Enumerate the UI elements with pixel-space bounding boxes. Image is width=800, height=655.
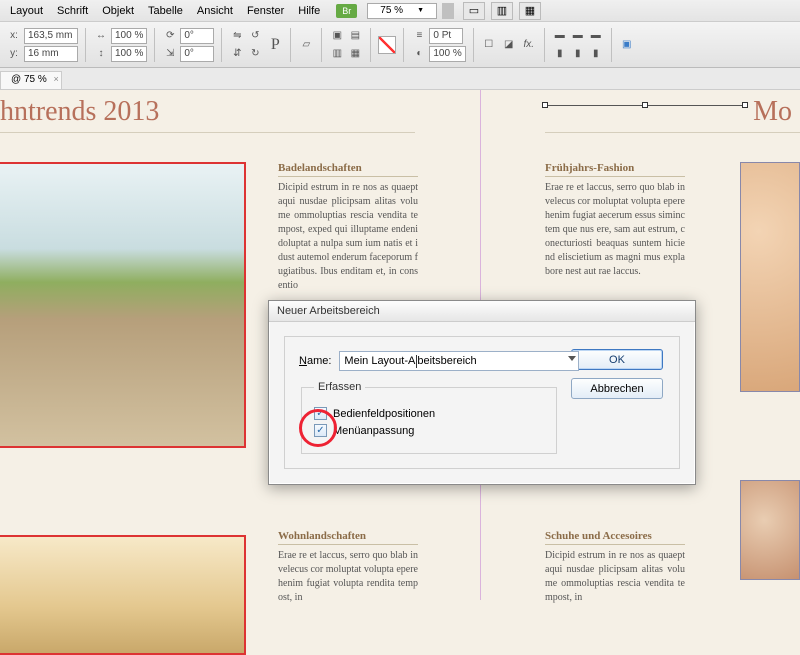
image-frame-ceiling[interactable] (0, 535, 246, 655)
body-text: Dicipid estrum in re nos as quaeptaqui n… (278, 181, 418, 293)
document-tab[interactable]: @ 75 %× (0, 71, 62, 89)
wrap4-icon[interactable]: ▦ (347, 46, 363, 62)
document-tab-bar: @ 75 %× (0, 68, 800, 90)
rule-right (545, 132, 800, 133)
y-icon: y: (6, 46, 22, 62)
align3-icon[interactable]: ▬ (588, 28, 604, 44)
screen-mode-icon[interactable]: ▭ (463, 2, 485, 20)
rotate-ccw-icon[interactable]: ↺ (247, 28, 263, 44)
page-title-right: Mo (753, 96, 792, 128)
wrap3-icon[interactable]: ▥ (329, 46, 345, 62)
fx-icon[interactable]: fx. (521, 37, 537, 53)
panel-positions-checkbox[interactable]: ✓ (314, 407, 327, 420)
image-frame-bathroom[interactable] (0, 162, 246, 448)
align6-icon[interactable]: ▮ (588, 46, 604, 62)
frame-edges-icon[interactable]: ▣ (619, 37, 635, 53)
stroke-scale-field[interactable]: 100 % (429, 46, 465, 62)
panel-positions-label: Bedienfeldpositionen (333, 408, 435, 420)
selection-handle[interactable] (642, 102, 648, 108)
zoom-level[interactable]: 75 %▼ (367, 3, 437, 19)
menu-ansicht[interactable]: Ansicht (191, 3, 239, 19)
shear-field[interactable]: 0° (180, 46, 214, 62)
text-frame-badelandschaften[interactable]: Badelandschaften Dicipid estrum in re no… (278, 162, 418, 293)
page-title-left: hntrends 2013 (0, 96, 159, 128)
image-frame-model[interactable] (740, 162, 800, 392)
menu-tabelle[interactable]: Tabelle (142, 3, 189, 19)
selection-handle[interactable] (742, 102, 748, 108)
flip-v-icon[interactable]: ⇵ (229, 46, 245, 62)
y-field[interactable]: 16 mm (24, 46, 78, 62)
scale-x-icon: ↔ (93, 28, 109, 44)
rotate-field[interactable]: 0° (180, 28, 214, 44)
stroke-field[interactable]: 0 Pt (429, 28, 463, 44)
heading: Badelandschaften (278, 162, 418, 177)
dialog-title: Neuer Arbeitsbereich (269, 301, 695, 322)
selection-handle[interactable] (542, 102, 548, 108)
rule-left (0, 132, 415, 133)
shear-icon: ⇲ (162, 46, 178, 62)
drop-shadow-icon[interactable]: ◪ (501, 37, 517, 53)
menu-customization-label: Menüanpassung (333, 425, 414, 437)
align1-icon[interactable]: ▬ (552, 28, 568, 44)
workspace-name-input[interactable]: Mein Layout-Abeitsbereich (339, 351, 579, 371)
fieldset-legend: Erfassen (314, 381, 365, 393)
new-workspace-dialog: Neuer Arbeitsbereich OK Abbrechen Name: … (268, 300, 696, 485)
text-frame-schuhe[interactable]: Schuhe und Accesoires Dicipid estrum in … (545, 530, 685, 605)
align4-icon[interactable]: ▮ (552, 46, 568, 62)
scale-y-icon: ↕ (93, 46, 109, 62)
view-options-icon[interactable]: ▦ (519, 2, 541, 20)
image-frame-shoes[interactable] (740, 480, 800, 580)
bridge-icon[interactable]: Br (336, 4, 357, 18)
menu-schrift[interactable]: Schrift (51, 3, 94, 19)
flip-h-icon[interactable]: ⇋ (229, 28, 245, 44)
menu-customization-checkbox[interactable]: ✓ (314, 424, 327, 437)
menu-layout[interactable]: Layout (4, 3, 49, 19)
menu-hilfe[interactable]: Hilfe (292, 3, 326, 19)
erfassen-fieldset: Erfassen ✓ Bedienfeldpositionen ✓ Menüan… (301, 381, 557, 454)
control-toolbar: x:163,5 mm y:16 mm ↔100 % ↕100 % ⟳0° ⇲0°… (0, 22, 800, 68)
wrap2-icon[interactable]: ▤ (347, 28, 363, 44)
heading: Schuhe und Accesoires (545, 530, 685, 545)
menu-objekt[interactable]: Objekt (96, 3, 140, 19)
fill-swatch-icon[interactable] (378, 36, 396, 54)
menu-fenster[interactable]: Fenster (241, 3, 290, 19)
effects-icon[interactable]: ☐ (481, 37, 497, 53)
rotate-cw-icon[interactable]: ↻ (247, 46, 263, 62)
body-text: Erae re et laccus, serro quo blab invele… (545, 181, 685, 279)
corner-icon[interactable]: ▱ (298, 37, 314, 53)
ok-button[interactable]: OK (571, 349, 663, 370)
wrap-icon[interactable]: ▣ (329, 28, 345, 44)
close-icon[interactable]: × (53, 74, 58, 84)
heading: Wohnlandschaften (278, 530, 418, 545)
scale-y-field[interactable]: 100 % (111, 46, 147, 62)
chevron-down-icon[interactable] (568, 356, 576, 361)
menu-bar: Layout Schrift Objekt Tabelle Ansicht Fe… (0, 0, 800, 22)
paragraph-icon[interactable]: P (267, 37, 283, 53)
heading: Frühjahrs-Fashion (545, 162, 685, 177)
stroke-weight-icon: ≡ (411, 28, 427, 44)
rotate-icon: ⟳ (162, 28, 178, 44)
stroke-opacity-icon: ◐ (411, 46, 427, 62)
text-frame-wohnlandschaften[interactable]: Wohnlandschaften Erae re et laccus, serr… (278, 530, 418, 605)
x-field[interactable]: 163,5 mm (24, 28, 78, 44)
x-icon: x: (6, 28, 22, 44)
text-frame-fruehjahrs-fashion[interactable]: Frühjahrs-Fashion Erae re et laccus, ser… (545, 162, 685, 279)
scale-x-field[interactable]: 100 % (111, 28, 147, 44)
name-label: Name: (299, 355, 331, 367)
arrange-icon[interactable]: ▥ (491, 2, 513, 20)
align5-icon[interactable]: ▮ (570, 46, 586, 62)
cancel-button[interactable]: Abbrechen (571, 378, 663, 399)
body-text: Dicipid estrum in re nos as quaeptaqui n… (545, 549, 685, 605)
align2-icon[interactable]: ▬ (570, 28, 586, 44)
body-text: Erae re et laccus, serro quo blab invele… (278, 549, 418, 605)
